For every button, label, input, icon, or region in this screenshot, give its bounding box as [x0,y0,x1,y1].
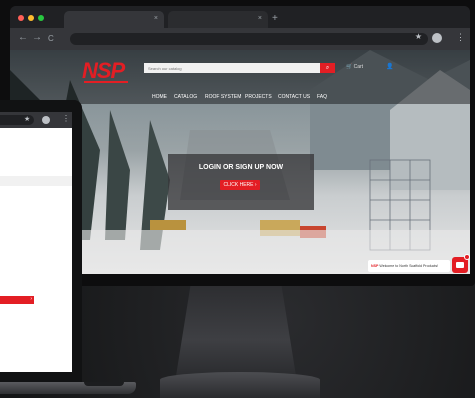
site-search-input[interactable] [144,63,320,73]
chat-notification-badge [464,254,470,260]
back-button[interactable]: ← [18,32,28,43]
reload-button[interactable]: C [48,34,54,43]
close-tab-icon[interactable]: × [154,15,158,22]
nav-roof-system[interactable]: ROOF SYSTEM [205,94,241,100]
address-bar[interactable]: ★ [70,32,428,45]
bookmark-star-icon[interactable]: ★ [415,32,422,41]
chat-message: Welcome to North Scaffold Products! [379,264,439,268]
nav-faq[interactable]: FAQ [317,94,327,100]
laptop-screen: ★ ⋮ › [0,112,72,372]
maximize-window-icon[interactable] [38,15,44,21]
browser-toolbar: ← → C ★ ⋮ [10,28,470,50]
laptop-hinge [84,382,124,386]
laptop-form-row [0,176,72,186]
browser-tab-inactive[interactable]: × [168,11,268,28]
nav-contact-us[interactable]: CONTACT US [278,94,310,100]
nav-projects[interactable]: PROJECTS [245,94,272,100]
chat-welcome-bubble[interactable]: NSP Welcome to North Scaffold Products! [368,260,450,272]
close-tab-icon[interactable]: × [258,15,262,22]
browser-tab-active[interactable]: × [64,11,164,28]
bookmark-star-icon[interactable]: ★ [24,115,30,123]
account-icon[interactable]: 👤 [386,63,393,70]
chat-brand: NSP [371,264,379,268]
site-header: NSP ⌕ 🛒 Cart 👤 HOME CATALOG ROOF SYSTEM … [10,50,470,104]
laptop-browser-toolbar: ★ ⋮ [0,112,72,128]
nav-catalog[interactable]: CATALOG [174,94,197,100]
cart-link[interactable]: 🛒 Cart [346,64,363,70]
search-button[interactable]: ⌕ [320,63,335,73]
cart-icon: 🛒 [346,64,353,70]
profile-icon[interactable] [432,33,442,43]
close-window-icon[interactable] [18,15,24,21]
login-title: LOGIN OR SIGN UP NOW [198,164,284,171]
click-here-button[interactable]: CLICK HERE › [220,180,260,190]
nav-home[interactable]: HOME [152,94,167,100]
browser-menu-button[interactable]: ⋮ [456,32,465,43]
browser-menu-button[interactable]: ⋮ [62,114,70,123]
cart-label: Cart [353,64,364,70]
profile-icon[interactable] [42,116,50,124]
login-promo-panel: LOGIN OR SIGN UP NOW CLICK HERE › [168,154,314,210]
tab-bar: × × + [10,6,470,28]
chevron-right-icon: › [30,296,32,302]
forward-button[interactable]: → [32,32,42,43]
new-tab-button[interactable]: + [272,13,278,24]
search-icon: ⌕ [325,65,330,71]
laptop-submit-button[interactable]: › [0,296,34,304]
minimize-window-icon[interactable] [28,15,34,21]
monitor-stand-base [160,372,320,398]
logo-underline [84,81,128,83]
monitor-stand-neck [176,286,296,376]
